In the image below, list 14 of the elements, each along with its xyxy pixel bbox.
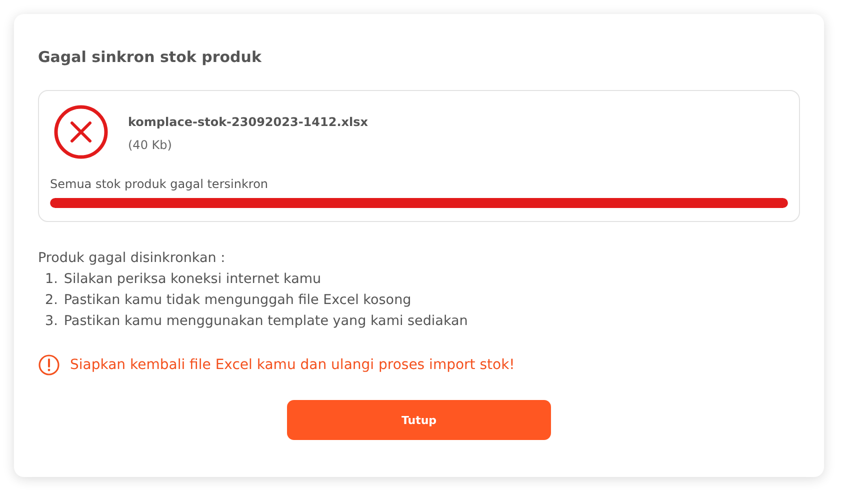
- status-message: Semua stok produk gagal tersinkron: [50, 177, 270, 191]
- reason-text: Pastikan kamu tidak mengunggah file Excel kosong: [64, 291, 412, 310]
- dialog-title: Gagal sinkron stok produk: [38, 48, 262, 66]
- warning-text: Siapkan kembali file Excel kamu dan ulangi proses import stok!: [70, 357, 515, 373]
- list-number: 3.: [45, 312, 58, 331]
- list-number: 1.: [45, 270, 58, 289]
- reason-text: Pastikan kamu menggunakan template yang kami sediakan: [64, 312, 468, 331]
- file-size: (40 Kb): [128, 138, 173, 152]
- reason-text: Silakan periksa koneksi internet kamu: [64, 270, 322, 289]
- file-name: komplace-stok-23092023-1412.xlsx: [128, 115, 368, 129]
- exclamation-circle-icon: [38, 354, 60, 376]
- list-number: 2.: [45, 291, 58, 310]
- close-button[interactable]: Tutup: [287, 400, 551, 440]
- reasons-heading: Produk gagal disinkronkan :: [38, 249, 226, 268]
